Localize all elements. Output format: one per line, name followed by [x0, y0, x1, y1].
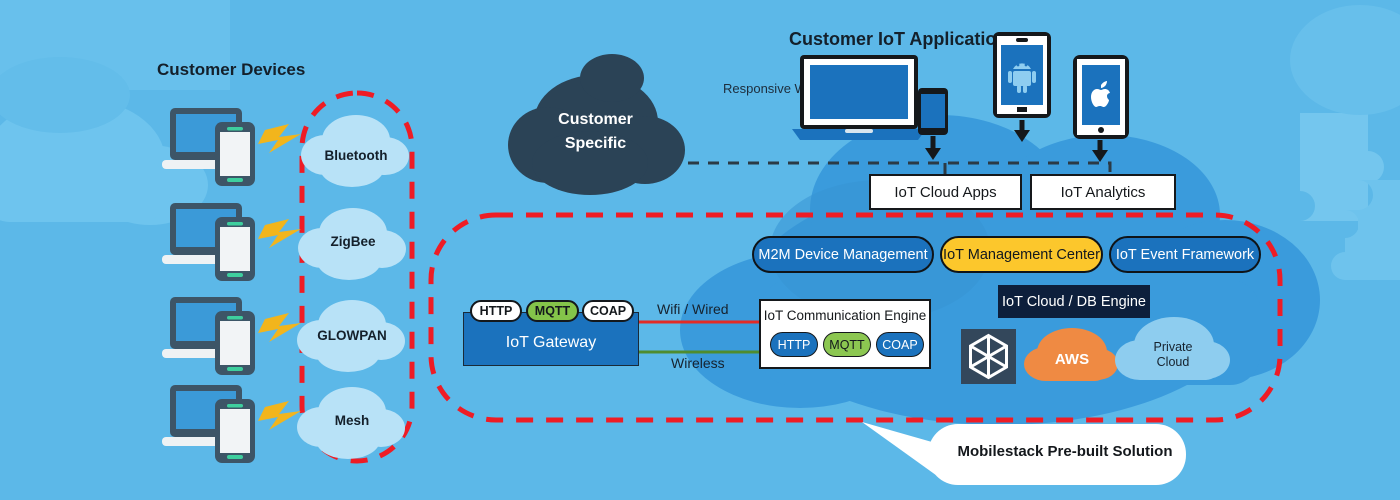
diagram-canvas: Customer Devices Bluetooth ZigBee GLOWPA… [0, 0, 1400, 500]
callout-label: Mobilestack Pre-built Solution [957, 443, 1173, 460]
callout-layer [862, 422, 1186, 485]
